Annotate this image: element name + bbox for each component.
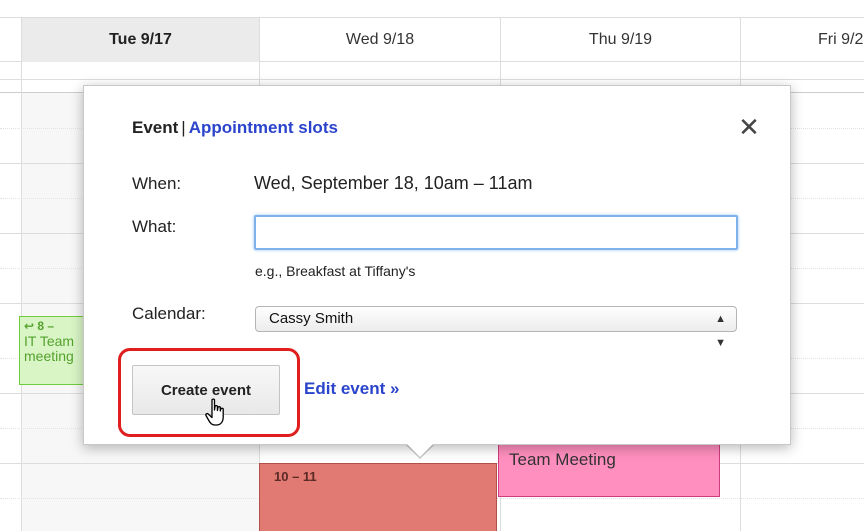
all-day-row[interactable] xyxy=(0,62,864,80)
event-time: 8 – xyxy=(37,319,55,333)
event-team-meeting[interactable]: Team Meeting xyxy=(498,443,720,497)
calendar-select[interactable]: Cassy Smith ▲ ▼ xyxy=(255,306,737,349)
day-header-thu[interactable]: Thu 9/19 xyxy=(500,18,740,62)
when-label: When: xyxy=(132,174,182,193)
day-header-row: Tue 9/17 Wed 9/18 Thu 9/19 Fri 9/20 xyxy=(0,17,864,62)
popup-pointer-fill xyxy=(406,443,434,457)
event-time: 10 – 11 xyxy=(274,469,317,484)
when-value: Wed, September 18, 10am – 11am xyxy=(254,173,533,193)
column-divider xyxy=(21,17,22,531)
event-new-placeholder[interactable]: 10 – 11 xyxy=(259,463,497,531)
reply-arrow-icon: ↩ xyxy=(24,319,35,333)
event-title-line1: IT Team xyxy=(24,333,75,349)
tab-event[interactable]: Event xyxy=(132,118,178,137)
day-header-tue[interactable]: Tue 9/17 xyxy=(21,18,259,62)
calendar-label: Calendar: xyxy=(132,304,206,323)
tab-appointment-slots[interactable]: Appointment slots xyxy=(189,118,338,137)
day-header-fri[interactable]: Fri 9/20 xyxy=(740,18,864,62)
event-title: Team Meeting xyxy=(509,450,616,469)
dialog-tabs: Event | Appointment slots xyxy=(132,118,338,138)
edit-event-link[interactable]: Edit event » xyxy=(304,379,399,399)
hand-cursor-icon xyxy=(205,398,224,426)
calendar-selected-value: Cassy Smith xyxy=(269,310,354,327)
select-arrows-icon: ▲ ▼ xyxy=(715,313,726,349)
tab-separator: | xyxy=(181,118,186,137)
quick-add-event-dialog: Event | Appointment slots ✕ When: Wed, Sep… xyxy=(83,85,791,445)
what-label: What: xyxy=(132,217,177,236)
what-hint: e.g., Breakfast at Tiffany's xyxy=(255,263,416,279)
event-it-team-meeting[interactable]: ↩ 8 – IT Team meeting xyxy=(19,316,84,385)
what-input[interactable] xyxy=(254,215,738,250)
close-icon[interactable]: ✕ xyxy=(734,112,764,142)
event-title-line2: meeting xyxy=(24,348,74,364)
day-header-wed[interactable]: Wed 9/18 xyxy=(259,18,500,62)
